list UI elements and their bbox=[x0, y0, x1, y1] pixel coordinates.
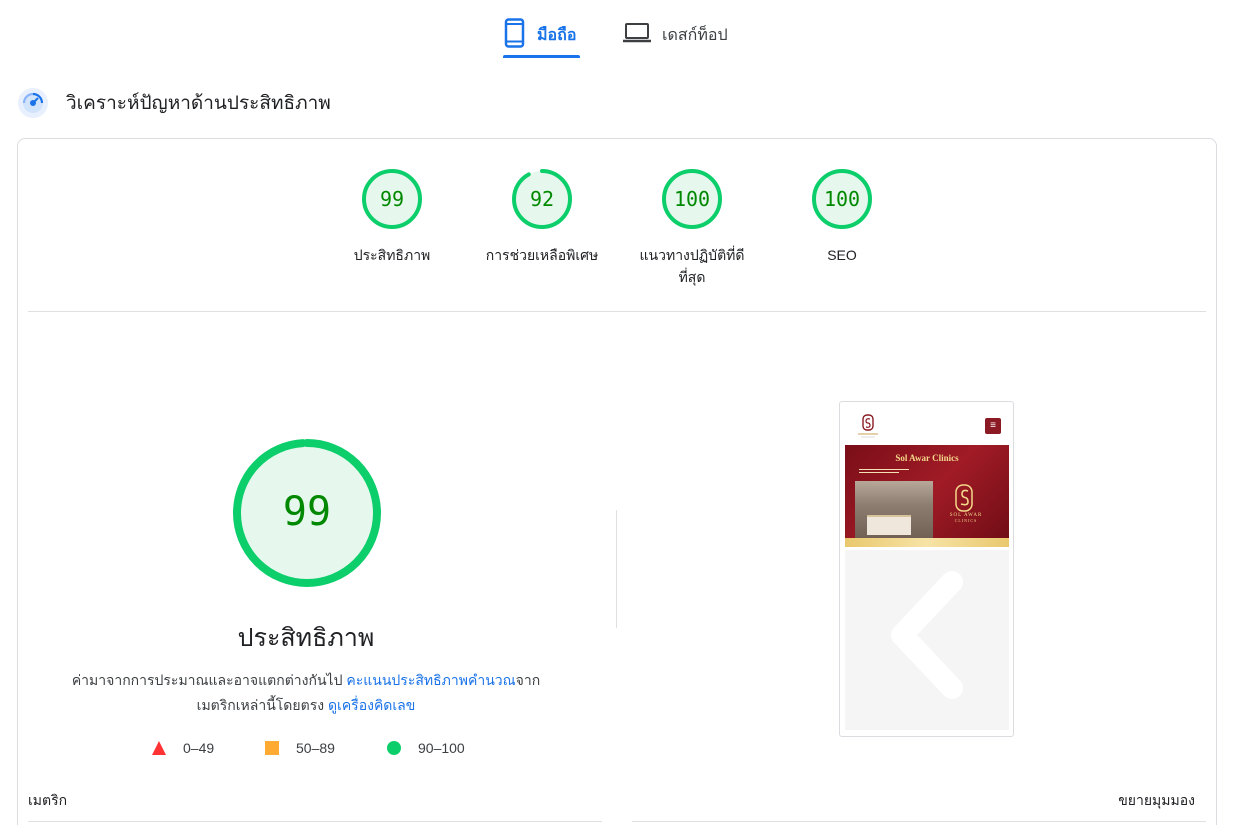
calculator-link[interactable]: ดูเครื่องคิดเลข bbox=[328, 697, 415, 713]
legend-range: 50–89 bbox=[296, 740, 335, 756]
tab-desktop[interactable]: เดสก์ท็อป bbox=[622, 12, 742, 58]
divider bbox=[28, 311, 1206, 312]
gauge-seo[interactable]: 100 SEO bbox=[777, 168, 907, 266]
clinic-logo-icon bbox=[858, 414, 878, 438]
phone-icon bbox=[503, 17, 527, 53]
banner-title: Sol Awar Clinics bbox=[895, 453, 959, 463]
legend-fail: 0–49 bbox=[151, 740, 214, 756]
chevron-left-icon bbox=[891, 571, 963, 699]
performance-description: ค่ามาจากการประมาณและอาจแตกต่างกันไป คะแน… bbox=[60, 668, 552, 718]
desc-text-1: ค่ามาจากการประมาณและอาจแตกต่างกันไป bbox=[71, 672, 347, 688]
tab-mobile[interactable]: มือถือ bbox=[503, 12, 580, 58]
calculated-score-link[interactable]: คะแนนประสิทธิภาพคำนวณ bbox=[346, 672, 515, 688]
square-icon bbox=[265, 741, 279, 755]
screenshot-header: ≡ bbox=[845, 407, 1009, 447]
gauge-ring: 92 bbox=[512, 169, 572, 229]
legend-average: 50–89 bbox=[264, 740, 335, 756]
brand-sub: CLINICS bbox=[954, 518, 978, 523]
page-screenshot: ≡ Sol Awar Clinics SOL AWAR CLINICS bbox=[839, 401, 1014, 737]
divider bbox=[632, 821, 1206, 822]
gauge-best-practices[interactable]: 100 แนวทางปฏิบัติที่ดีที่สุด bbox=[627, 168, 757, 288]
gauge-label: การช่วยเหลือพิเศษ bbox=[485, 247, 599, 263]
banner-strip bbox=[845, 538, 1009, 547]
gauge-score: 100 bbox=[824, 187, 860, 211]
loading-placeholder bbox=[845, 550, 1009, 730]
banner-brand: SOL AWAR CLINICS bbox=[939, 513, 993, 523]
expand-view-toggle[interactable]: ขยายมุมมอง bbox=[1118, 790, 1195, 812]
gauge-accessibility[interactable]: 92 การช่วยเหลือพิเศษ bbox=[477, 168, 607, 266]
vertical-divider bbox=[616, 510, 617, 628]
gauge-label: SEO bbox=[827, 247, 857, 263]
metrics-label: เมตริก bbox=[28, 792, 68, 808]
tab-desktop-label: เดสก์ท็อป bbox=[662, 26, 728, 44]
circle-icon bbox=[387, 741, 401, 755]
emblem-icon bbox=[955, 484, 973, 512]
gauge-label: ประสิทธิภาพ bbox=[353, 247, 431, 263]
performance-title: ประสิทธิภาพ bbox=[237, 624, 375, 652]
section-header: วิเคราะห์ปัญหาด้านประสิทธิภาพ bbox=[17, 86, 331, 120]
score-legend: 0–49 50–89 90–100 bbox=[0, 740, 612, 762]
gauge-score: 92 bbox=[530, 187, 554, 211]
gauge-ring: 100 bbox=[662, 169, 722, 229]
performance-big-gauge: 99 bbox=[233, 439, 381, 587]
category-gauges: 99 ประสิทธิภาพ 92 การช่วยเหลือพิเศษ 100 … bbox=[0, 168, 1241, 298]
banner-subtext-lines bbox=[859, 467, 909, 475]
gauge-ring: 99 bbox=[362, 169, 422, 229]
speedometer-icon bbox=[17, 87, 49, 119]
legend-range: 90–100 bbox=[418, 740, 465, 756]
gauge-score: 99 bbox=[380, 187, 404, 211]
laptop-icon bbox=[622, 21, 652, 50]
gauge-performance[interactable]: 99 ประสิทธิภาพ bbox=[327, 168, 457, 266]
divider bbox=[28, 821, 602, 822]
reception-desk bbox=[867, 515, 911, 535]
active-tab-indicator bbox=[503, 55, 580, 58]
gauge-ring: 100 bbox=[812, 169, 872, 229]
tab-mobile-label: มือถือ bbox=[537, 26, 577, 44]
hamburger-menu-icon: ≡ bbox=[985, 418, 1001, 434]
big-score: 99 bbox=[283, 489, 331, 535]
legend-pass: 90–100 bbox=[386, 740, 465, 756]
section-title: วิเคราะห์ปัญหาด้านประสิทธิภาพ bbox=[66, 93, 331, 114]
screenshot-banner: Sol Awar Clinics SOL AWAR CLINICS bbox=[845, 445, 1009, 547]
device-tabs: มือถือ เดสก์ท็อป bbox=[0, 0, 1241, 60]
legend-range: 0–49 bbox=[183, 740, 215, 756]
triangle-icon bbox=[152, 741, 166, 755]
gauge-label: แนวทางปฏิบัติที่ดีที่สุด bbox=[639, 247, 745, 285]
gauge-score: 100 bbox=[674, 187, 710, 211]
